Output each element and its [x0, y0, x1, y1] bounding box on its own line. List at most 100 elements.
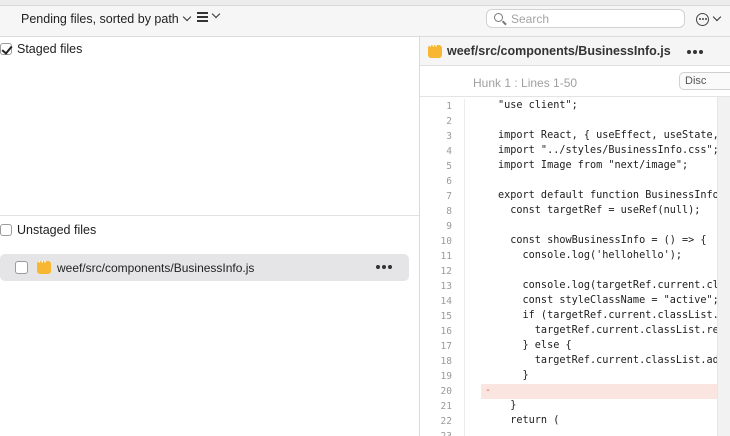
code-text: "use client"; — [498, 100, 578, 111]
sort-order-dropdown[interactable]: Pending files, sorted by path — [21, 12, 191, 26]
line-number: 5 — [446, 161, 452, 172]
section-divider — [0, 215, 419, 216]
more-options-button[interactable] — [696, 12, 722, 26]
code-text: import "../styles/BusinessInfo.css"; — [498, 145, 719, 156]
line-number: 16 — [440, 326, 452, 337]
line-number: 8 — [446, 206, 452, 217]
line-number: 14 — [440, 296, 452, 307]
code-line[interactable]: 13 console.log(targetRef.current.cla — [420, 279, 730, 294]
code-line[interactable]: 1 "use client"; — [420, 99, 730, 114]
code-text: targetRef.current.classList.add — [498, 355, 725, 366]
hunk-title: Hunk 1 : Lines 1-50 — [473, 76, 578, 90]
sort-order-label: Pending files, sorted by path — [21, 12, 179, 26]
code-line[interactable]: 10 const showBusinessInfo = () => { — [420, 234, 730, 249]
code-text: } else { — [498, 340, 572, 351]
line-number: 18 — [440, 356, 452, 367]
unstaged-files-title: Unstaged files — [17, 223, 97, 237]
discard-hunk-button[interactable]: Disc — [679, 72, 730, 90]
file-name: weef/src/components/BusinessInfo.js — [57, 261, 255, 275]
code-line[interactable]: 3 import React, { useEffect, useState, — [420, 129, 730, 144]
ellipsis-circle-icon — [696, 13, 709, 26]
line-number: 11 — [440, 251, 452, 262]
list-icon — [197, 12, 208, 22]
chevron-down-icon — [182, 12, 191, 22]
code-view: 1 "use client"; 2 3 import React, { useEffec… — [420, 99, 730, 436]
code-line[interactable]: 22 return ( — [420, 414, 730, 429]
removed-line-highlight — [481, 384, 730, 399]
line-number: 22 — [440, 416, 452, 427]
line-number: 12 — [440, 266, 452, 277]
code-line[interactable]: 16 targetRef.current.classList.rem — [420, 324, 730, 339]
code-line[interactable]: 6 — [420, 174, 730, 189]
code-text: const targetRef = useRef(null); — [498, 205, 701, 216]
chevron-down-icon — [211, 9, 221, 19]
list-view-menu-button[interactable] — [197, 9, 221, 22]
line-number: 21 — [440, 401, 452, 412]
code-text: console.log(targetRef.current.cla — [498, 280, 725, 291]
line-number: 10 — [440, 236, 452, 247]
code-line[interactable]: 4 import "../styles/BusinessInfo.css"; — [420, 144, 730, 159]
code-text: const styleClassName = "active"; — [498, 295, 719, 306]
line-number: 23 — [420, 431, 452, 436]
line-number: 9 — [446, 221, 452, 232]
code-line[interactable]: 2 — [420, 114, 730, 129]
staged-files-header: Staged files — [0, 38, 419, 60]
search-field[interactable] — [486, 9, 685, 28]
code-text: const showBusinessInfo = () => { — [498, 235, 707, 246]
unstaged-files-checkbox[interactable] — [0, 224, 12, 236]
line-number: 3 — [446, 131, 452, 142]
search-icon — [494, 13, 503, 22]
line-number: 7 — [446, 191, 452, 202]
code-text: import React, { useEffect, useState, — [498, 130, 719, 141]
code-line[interactable]: 15 if (targetRef.current.classList.c — [420, 309, 730, 324]
staged-files-checkbox[interactable] — [0, 43, 12, 55]
code-text: export default function BusinessInfo( — [498, 190, 725, 201]
line-number: 17 — [440, 341, 452, 352]
background-window-text — [120, 0, 123, 5]
vertical-scrollbar[interactable] — [717, 97, 730, 436]
unstaged-files-header: Unstaged files — [0, 219, 419, 241]
diff-file-path: weef/src/components/BusinessInfo.js — [447, 44, 671, 58]
code-line[interactable]: 12 — [420, 264, 730, 279]
toolbar: Pending files, sorted by path — [0, 6, 730, 37]
removed-marker: - — [485, 385, 492, 396]
js-file-icon — [37, 257, 51, 274]
code-text: import Image from "next/image"; — [498, 160, 689, 171]
staged-files-title: Staged files — [17, 42, 83, 56]
code-line[interactable]: 14 const styleClassName = "active"; — [420, 294, 730, 309]
code-line[interactable]: 17 } else { — [420, 339, 730, 354]
file-list-pane: Staged files Unstaged files weef/src/com… — [0, 37, 419, 436]
js-file-icon — [428, 41, 442, 58]
code-line[interactable]: 23 — [420, 429, 730, 436]
unstaged-file-row[interactable]: weef/src/components/BusinessInfo.js — [0, 254, 409, 281]
search-input[interactable] — [511, 11, 671, 26]
code-text: } — [498, 400, 517, 411]
code-text: } — [498, 370, 529, 381]
code-line[interactable]: 18 targetRef.current.classList.add — [420, 354, 730, 369]
code-line[interactable]: 11 console.log('hellohello'); — [420, 249, 730, 264]
diff-file-header: weef/src/components/BusinessInfo.js — [420, 37, 730, 66]
code-line[interactable]: 8 const targetRef = useRef(null); — [420, 204, 730, 219]
line-number: 20 — [440, 386, 452, 397]
file-actions-button[interactable] — [376, 262, 396, 272]
code-text: console.log('hellohello'); — [498, 250, 683, 261]
line-number: 13 — [440, 281, 452, 292]
code-text: return ( — [498, 415, 560, 426]
code-line[interactable]: 19 } — [420, 369, 730, 384]
code-text: targetRef.current.classList.rem — [498, 325, 725, 336]
file-checkbox[interactable] — [15, 261, 28, 274]
code-line[interactable]: 5 import Image from "next/image"; — [420, 159, 730, 174]
chevron-down-icon — [712, 12, 722, 21]
code-line[interactable]: 9 — [420, 219, 730, 234]
removed-code-line[interactable]: 20 - — [420, 384, 730, 399]
code-text: if (targetRef.current.classList.c — [498, 310, 725, 321]
line-number: 1 — [446, 101, 452, 112]
line-number: 19 — [440, 371, 452, 382]
diff-file-actions-button[interactable] — [687, 47, 707, 57]
line-number: 2 — [446, 116, 452, 127]
code-line[interactable]: 7 export default function BusinessInfo( — [420, 189, 730, 204]
hunk-header: Hunk 1 : Lines 1-50 Disc — [420, 66, 730, 97]
code-line[interactable]: 21 } — [420, 399, 730, 414]
diff-pane: weef/src/components/BusinessInfo.js Hunk… — [420, 37, 730, 436]
line-number: 15 — [440, 311, 452, 322]
